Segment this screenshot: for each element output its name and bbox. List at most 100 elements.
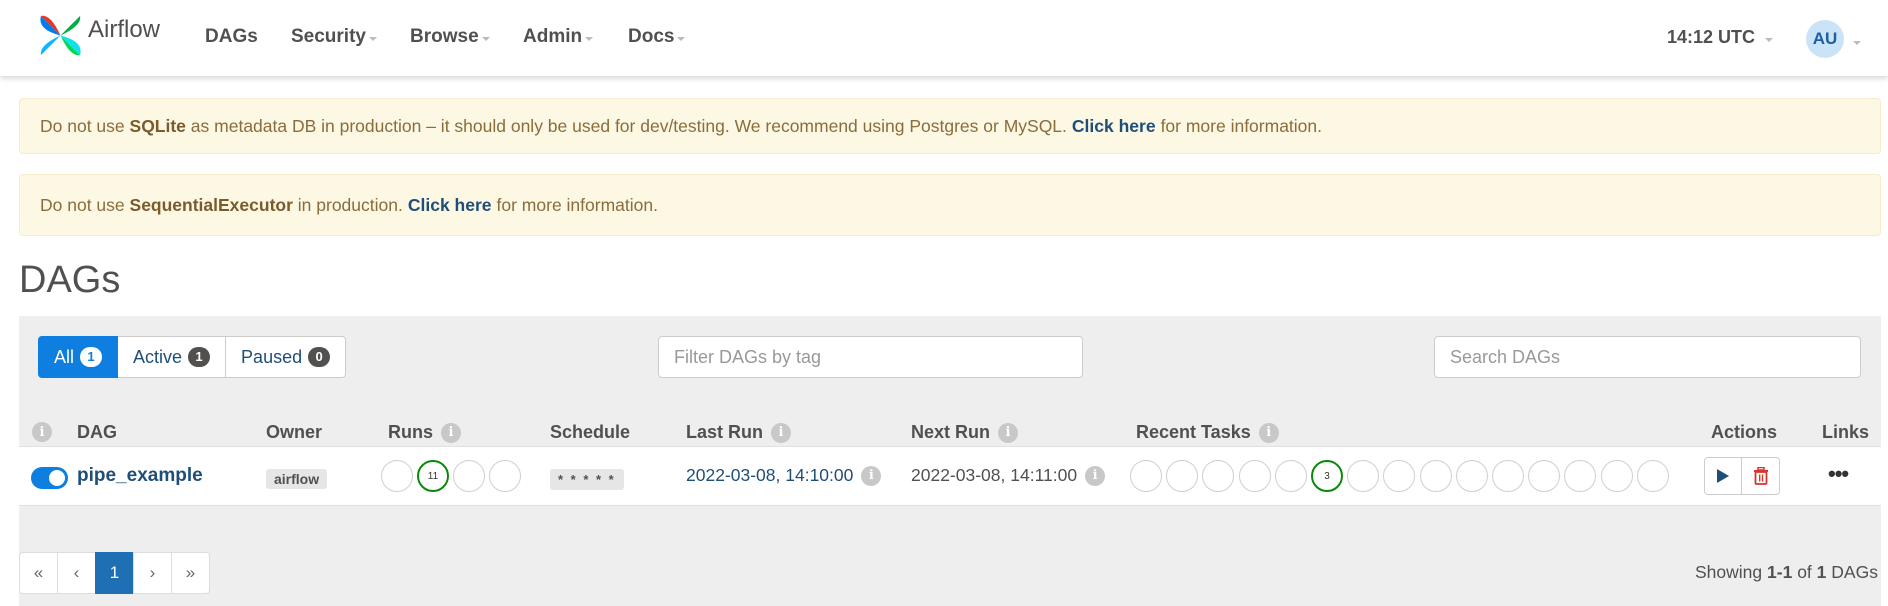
clock-dropdown[interactable]: 14:12 UTC [1667, 27, 1774, 48]
last-run-cell: 2022-03-08, 14:10:00 i [686, 465, 882, 486]
task-state-circle[interactable] [1528, 460, 1561, 492]
chevron-down-icon [1765, 37, 1774, 42]
brand-name: Airflow [88, 15, 161, 43]
nav-dags-label: DAGs [205, 26, 258, 47]
task-state-circle[interactable] [1238, 460, 1271, 492]
filter-all-button[interactable]: All 1 [38, 336, 119, 378]
nav-docs-label: Docs [628, 26, 675, 47]
column-last-run-label[interactable]: Last Run [686, 422, 763, 443]
showing-text: of [1797, 562, 1812, 582]
dags-panel: All 1 Active 1 Paused 0 Filter DAGs by tag … [19, 316, 1881, 606]
pause-toggle[interactable] [31, 467, 68, 489]
info-icon[interactable]: i [861, 465, 882, 486]
task-state-circle[interactable] [1347, 460, 1380, 492]
column-dag[interactable]: DAG [77, 422, 117, 443]
alert-text: for more information. [1160, 115, 1323, 136]
count-badge: 0 [308, 347, 331, 367]
filter-label: All [54, 346, 75, 367]
showing-range: 1-1 [1767, 562, 1793, 582]
alert-executor: Do not use SequentialExecutor in product… [19, 174, 1881, 236]
nav-dags[interactable]: DAGs [205, 26, 258, 48]
next-run-cell: 2022-03-08, 14:11:00 i [911, 465, 1106, 486]
page-next-button[interactable]: › [133, 552, 172, 594]
task-state-circle-success[interactable]: 3 [1311, 460, 1343, 492]
brand-link[interactable]: Airflow [37, 12, 160, 59]
info-icon[interactable]: i [441, 422, 461, 443]
task-state-circle[interactable] [1455, 460, 1488, 492]
run-state-circle[interactable] [489, 460, 521, 492]
alert-click-here-link[interactable]: Click here [1072, 116, 1156, 137]
last-run-link[interactable]: 2022-03-08, 14:10:00 [686, 465, 853, 486]
count-badge: 1 [188, 347, 211, 367]
links-menu-button[interactable]: ••• [1828, 461, 1849, 487]
info-icon[interactable]: i [32, 422, 52, 442]
chevron-down-icon [677, 37, 686, 41]
clock-label: 14:12 UTC [1667, 27, 1756, 47]
task-state-circle[interactable] [1274, 460, 1307, 492]
filter-active-button[interactable]: Active 1 [118, 336, 227, 378]
run-state-circle[interactable] [381, 460, 413, 492]
owner-tag[interactable]: airflow [266, 469, 328, 489]
alert-text: Do not use [40, 194, 125, 215]
filter-label: Active [133, 346, 183, 367]
showing-summary: Showing 1-1 of 1 DAGs [1695, 562, 1878, 583]
info-icon[interactable]: i [1085, 465, 1106, 486]
user-avatar[interactable]: AU [1806, 20, 1844, 58]
column-schedule[interactable]: Schedule [550, 422, 630, 443]
page-prev-button[interactable]: ‹ [57, 552, 96, 594]
nav-security[interactable]: Security [291, 26, 377, 48]
alert-text: for more information. [496, 194, 658, 215]
chevron-down-icon[interactable] [1853, 41, 1861, 45]
task-state-circle[interactable] [1383, 460, 1416, 492]
task-state-circle[interactable] [1564, 460, 1597, 492]
alert-bold-text: SQLite [129, 115, 186, 136]
info-icon[interactable]: i [998, 422, 1019, 443]
column-links: Links [1822, 422, 1870, 442]
alert-text: in production. [297, 194, 403, 215]
filter-label: Paused [241, 346, 303, 367]
nav-browse[interactable]: Browse [410, 26, 490, 48]
alert-text: as metadata DB in production – it should… [190, 115, 1067, 136]
task-state-circle[interactable] [1636, 460, 1669, 492]
nav-browse-label: Browse [410, 26, 479, 47]
schedule-tag[interactable]: * * * * * [550, 469, 624, 490]
page-first-button[interactable]: « [19, 552, 58, 594]
showing-total: 1 [1816, 562, 1827, 582]
column-actions: Actions [1711, 422, 1778, 442]
column-owner[interactable]: Owner [266, 422, 322, 443]
task-state-circle[interactable] [1166, 460, 1199, 492]
column-last-run: Last Run i [686, 422, 792, 443]
delete-dag-button[interactable] [1742, 457, 1780, 495]
next-run-value: 2022-03-08, 14:11:00 [911, 465, 1078, 485]
task-state-circle[interactable] [1600, 460, 1633, 492]
search-input[interactable]: Search DAGs [1434, 336, 1861, 378]
info-icon[interactable]: i [1258, 422, 1279, 443]
info-icon[interactable]: i [771, 422, 792, 443]
airflow-logo-icon [40, 15, 81, 56]
trigger-dag-button[interactable] [1704, 457, 1742, 495]
showing-text: Showing [1695, 562, 1763, 582]
task-state-circle[interactable] [1130, 460, 1162, 492]
alert-click-here-link[interactable]: Click here [408, 195, 492, 216]
dag-link[interactable]: pipe_example [77, 465, 203, 487]
nav-docs[interactable]: Docs [628, 26, 686, 48]
filter-paused-button[interactable]: Paused 0 [226, 336, 347, 378]
run-state-circle-success[interactable]: 11 [417, 460, 449, 492]
nav-security-label: Security [291, 26, 366, 47]
page-current-button[interactable]: 1 [95, 552, 134, 594]
tag-filter-input[interactable]: Filter DAGs by tag [658, 336, 1083, 378]
page-last-button[interactable]: » [171, 552, 210, 594]
column-recent-tasks: Recent Tasks i [1136, 422, 1279, 443]
run-state-circle[interactable] [453, 460, 485, 492]
task-state-circle[interactable] [1492, 460, 1524, 492]
column-next-run: Next Run i [911, 422, 1019, 443]
table-row: pipe_example airflow 11 * * * * * 2022-0… [19, 446, 1881, 506]
trash-icon [1753, 467, 1768, 485]
nav-admin[interactable]: Admin [523, 26, 594, 48]
play-icon [1717, 469, 1729, 483]
task-state-circle[interactable] [1419, 460, 1452, 492]
task-state-circle[interactable] [1202, 460, 1235, 492]
nav-admin-label: Admin [523, 26, 583, 47]
count-badge: 1 [80, 347, 103, 367]
column-next-run-label[interactable]: Next Run [911, 422, 990, 443]
